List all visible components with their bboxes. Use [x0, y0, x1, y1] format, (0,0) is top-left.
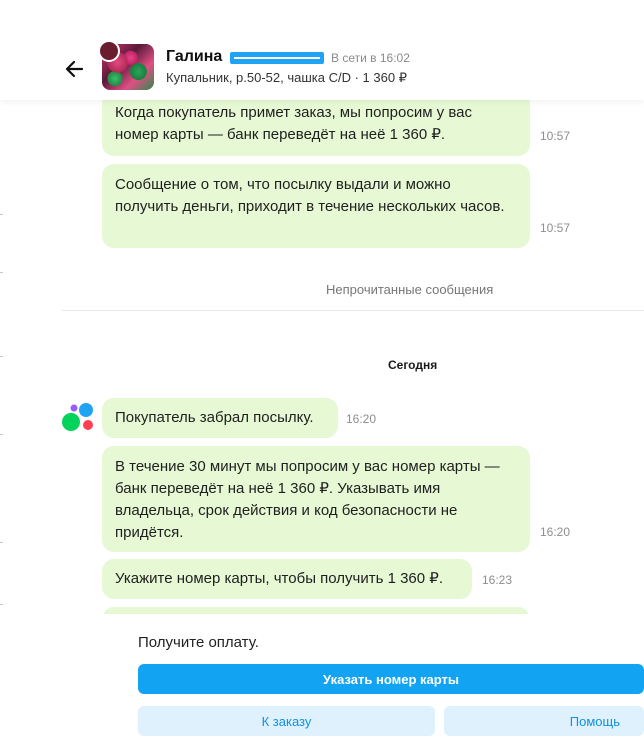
online-status: В сети в 16:02 — [331, 51, 410, 65]
message-bubble: Покупатель забрал посылку. — [102, 398, 338, 438]
message-text: Когда покупатель примет заказ, мы попрос… — [115, 104, 472, 143]
chat-header: Галина В сети в 16:02 Купальник, р.50-52… — [0, 0, 644, 100]
payment-action-panel: Получите оплату. Указать номер карты К з… — [0, 614, 644, 752]
message-bubble: В течение 30 минут мы попросим у вас ном… — [102, 446, 530, 552]
message-time: 16:20 — [540, 525, 571, 539]
message-time: 10:57 — [540, 221, 571, 235]
message-text: Укажите номер карты, чтобы получить 1 36… — [115, 570, 443, 587]
item-summary[interactable]: Купальник, р.50-52, чашка C/D · 1 360 ₽ — [166, 70, 407, 86]
divider-line — [62, 310, 644, 311]
service-logo-icon — [60, 400, 96, 436]
message-text: В течение 30 минут мы попросим у вас ном… — [115, 458, 500, 541]
add-card-button[interactable]: Указать номер карты — [138, 664, 644, 694]
message-time: 10:57 — [540, 129, 571, 143]
date-divider: Сегодня — [388, 358, 438, 372]
contact-name[interactable]: Галина — [166, 48, 222, 66]
message-time: 16:20 — [346, 412, 377, 426]
payment-prompt: Получите оплату. — [138, 634, 259, 651]
message-text: Сообщение о том, что посылку выдали и мо… — [115, 176, 505, 215]
to-order-button[interactable]: К заказу — [138, 706, 435, 736]
message-bubble: Укажите номер карты, чтобы получить 1 36… — [102, 559, 472, 599]
back-arrow-icon[interactable] — [62, 56, 88, 82]
unread-divider: Непрочитанные сообщения — [326, 282, 494, 297]
message-time: 16:23 — [482, 573, 513, 587]
avatar-badge — [98, 40, 120, 62]
message-text: Покупатель забрал посылку. — [115, 409, 314, 426]
redacted-surname — [230, 52, 324, 64]
message-bubble: Сообщение о том, что посылку выдали и мо… — [102, 164, 530, 248]
help-button[interactable]: Помощь — [444, 706, 644, 736]
message-bubble: Когда покупатель примет заказ, мы попрос… — [102, 92, 530, 156]
